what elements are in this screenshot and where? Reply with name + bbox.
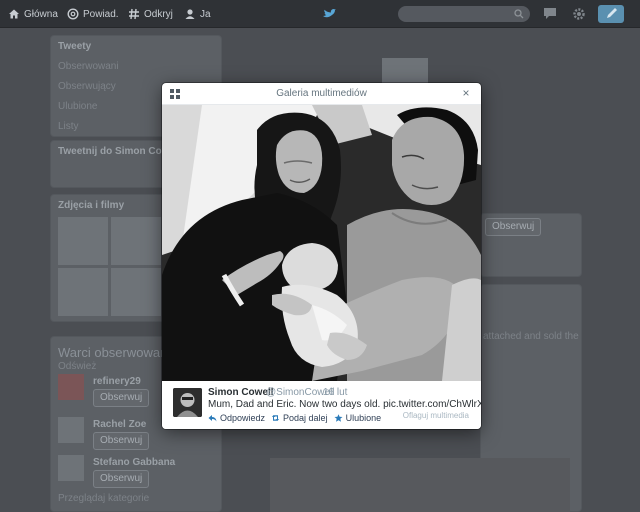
hashtag-icon	[129, 8, 139, 20]
menu-tweets[interactable]: Tweety	[58, 41, 91, 52]
avatar[interactable]	[58, 455, 84, 481]
follow-button[interactable]: Obserwuj	[93, 470, 150, 488]
gear-icon[interactable]	[572, 7, 586, 21]
suggested-user-name[interactable]: Stefano Gabbana	[93, 457, 175, 468]
suggested-user-name[interactable]: Rachel Zoe	[93, 419, 146, 430]
profile-follow-button[interactable]: Obserwuj	[485, 218, 542, 236]
nav-notifications[interactable]: Powiad.	[67, 7, 119, 21]
tweet-body: Mum, Dad and Eric. Now two days old.	[208, 399, 381, 410]
user-icon	[185, 9, 195, 19]
compose-tweet-button[interactable]	[598, 5, 624, 23]
tweet-author-name[interactable]: Simon Cowell	[208, 387, 274, 398]
follow-button[interactable]: Obserwuj	[93, 432, 150, 450]
media-gallery-modal: Galeria multimediów × Simon Cowell @Simo…	[162, 83, 481, 429]
nav-discover-label: Odkryj	[144, 8, 173, 20]
media-thumbnail[interactable]	[111, 217, 161, 265]
twitter-bird-icon[interactable]	[322, 9, 336, 19]
who-to-follow-title: Warci obserwowania	[58, 345, 178, 360]
nav-me[interactable]: Ja	[184, 7, 211, 21]
reply-icon	[208, 415, 217, 422]
tweet-snippet: attached and sold the	[483, 331, 579, 342]
reply-button[interactable]: Odpowiedz	[208, 413, 265, 423]
menu-lists[interactable]: Listy	[58, 121, 79, 132]
close-icon[interactable]: ×	[460, 87, 472, 99]
retweet-button[interactable]: Podaj dalej	[271, 413, 328, 423]
tweet-timestamp[interactable]: 16 lut	[323, 387, 347, 398]
star-icon	[334, 414, 343, 422]
media-thumbnail[interactable]	[58, 268, 108, 316]
menu-followers[interactable]: Obserwujący	[58, 81, 116, 92]
retweet-icon	[272, 415, 280, 421]
avatar[interactable]	[58, 374, 84, 400]
photo-image	[162, 105, 481, 381]
menu-following[interactable]: Obserwowani	[58, 61, 119, 72]
tweet-text: Mum, Dad and Eric. Now two days old. pic…	[208, 399, 481, 410]
retweet-label: Podaj dalej	[283, 413, 328, 423]
media-photo[interactable]	[162, 105, 481, 381]
top-navigation-bar: Główna Powiad. Odkryj Ja	[0, 0, 640, 28]
menu-favorites[interactable]: Ulubione	[58, 101, 97, 112]
avatar-image	[173, 388, 202, 417]
favorite-button[interactable]: Ulubione	[334, 413, 382, 423]
reply-label: Odpowiedz	[220, 413, 266, 423]
media-thumbnail[interactable]	[111, 268, 161, 316]
timeline-image[interactable]	[270, 458, 570, 512]
modal-header: Galeria multimediów ×	[162, 83, 481, 105]
flag-media-link[interactable]: Oflaguj multimedia	[403, 411, 469, 420]
suggested-user-name[interactable]: refinery29	[93, 376, 141, 387]
tweet-details: Simon Cowell @SimonCowell 16 lut Mum, Da…	[162, 381, 481, 429]
search-icon	[514, 9, 524, 19]
avatar[interactable]	[173, 388, 202, 417]
modal-title: Galeria multimediów	[276, 88, 367, 99]
at-sign-icon	[67, 8, 79, 20]
compose-icon	[607, 8, 617, 18]
tweet-actions: Odpowiedz Podaj dalej Ulubione	[208, 413, 381, 423]
home-icon	[9, 9, 19, 19]
direct-messages-icon[interactable]	[543, 7, 557, 20]
who-to-follow-refresh[interactable]: Odśwież	[58, 361, 96, 372]
avatar[interactable]	[58, 417, 84, 443]
nav-discover[interactable]: Odkryj	[128, 7, 173, 21]
media-title: Zdjęcia i filmy	[58, 200, 125, 211]
favorite-label: Ulubione	[345, 413, 382, 423]
follow-button[interactable]: Obserwuj	[93, 389, 150, 407]
profile-actions-card: Obserwuj	[480, 213, 582, 277]
browse-categories-link[interactable]: Przeglądaj kategorie	[58, 493, 149, 504]
tweet-media-link[interactable]: pic.twitter.com/ChWlrXmtmO	[383, 399, 481, 410]
nav-me-label: Ja	[200, 8, 211, 20]
search-input[interactable]	[398, 6, 530, 22]
nav-home-label: Główna	[24, 8, 58, 20]
media-thumbnail[interactable]	[58, 217, 108, 265]
nav-notifications-label: Powiad.	[83, 8, 119, 20]
nav-home[interactable]: Główna	[8, 7, 58, 21]
